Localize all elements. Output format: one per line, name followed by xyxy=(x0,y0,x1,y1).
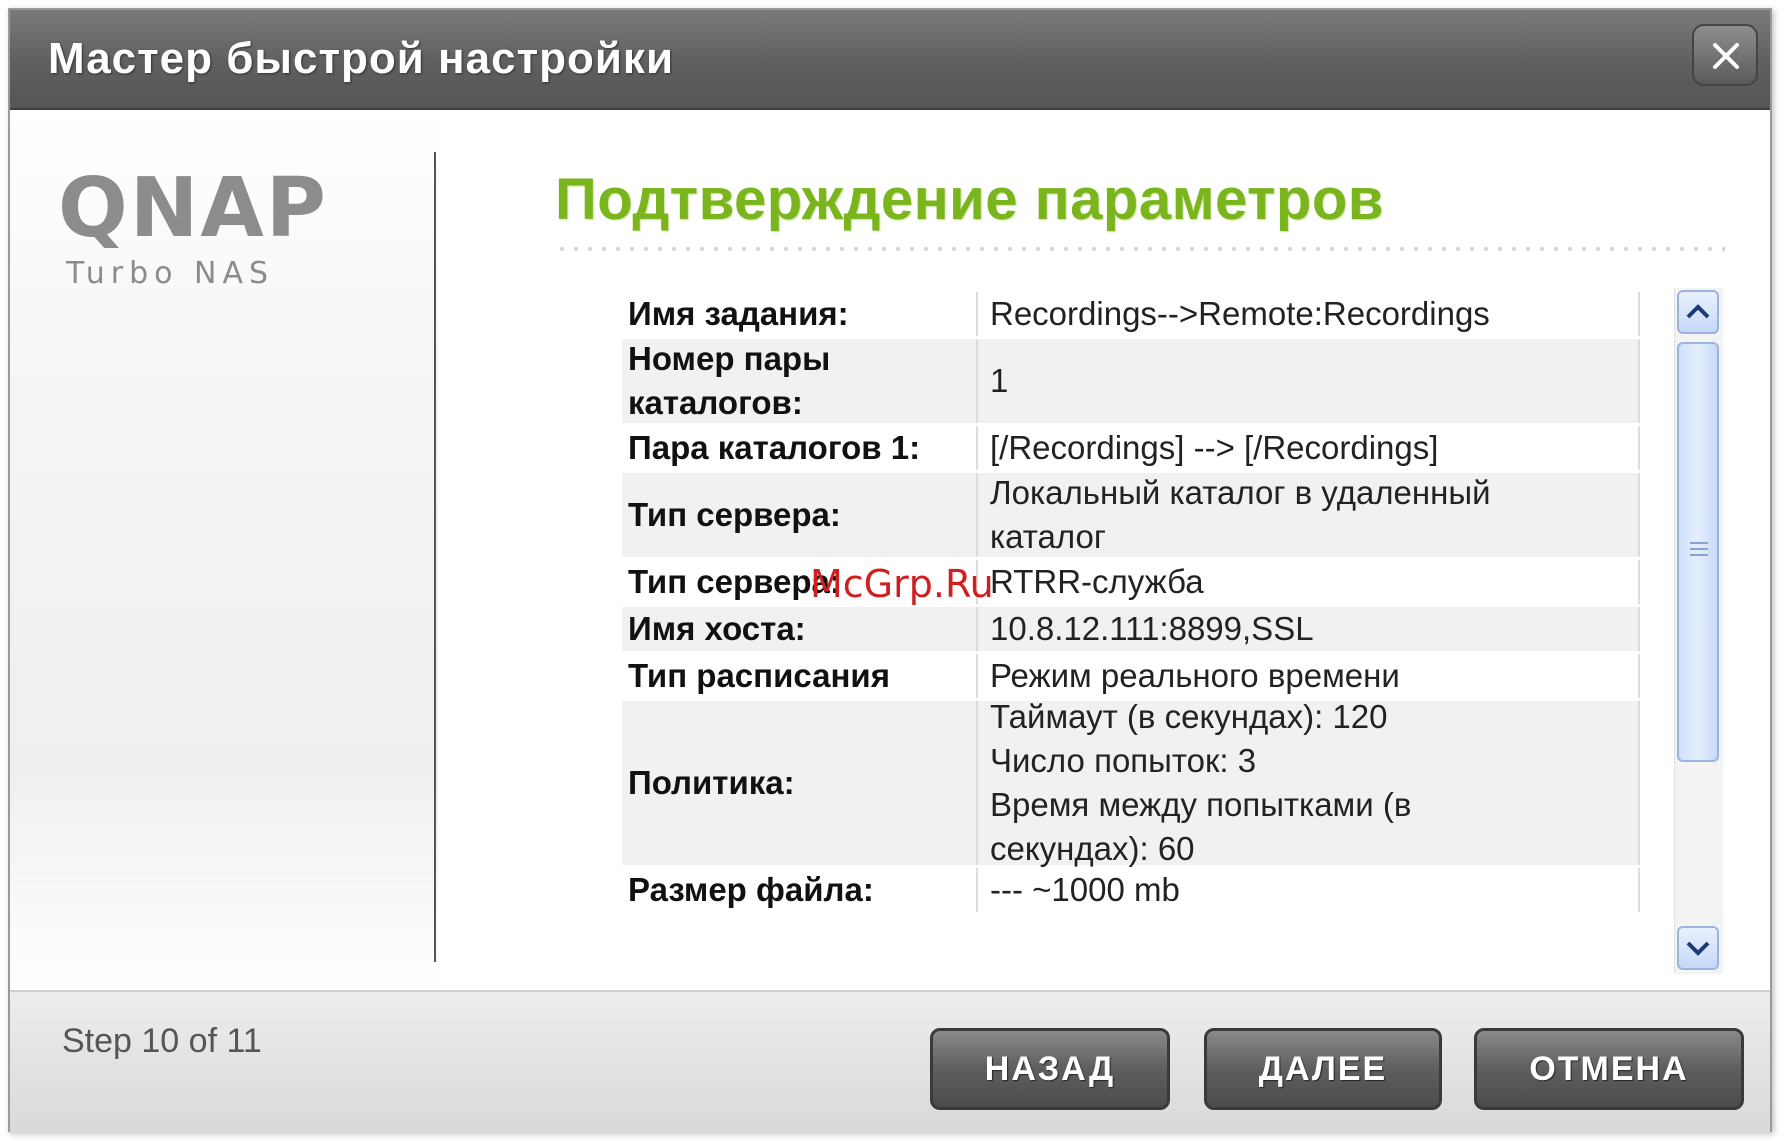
row-value: 1 xyxy=(976,339,1640,423)
scroll-up-button[interactable] xyxy=(1677,290,1719,334)
row-value: Локальный каталог в удаленный каталог xyxy=(976,473,1640,557)
row-value-line: каталог xyxy=(990,518,1106,555)
row-value: Таймаут (в секундах): 120 Число попыток: … xyxy=(976,698,1640,867)
dotted-divider xyxy=(555,246,1725,252)
row-value: --- ~1000 mb xyxy=(976,868,1640,912)
left-pane: QNAP Turbo NAS xyxy=(10,110,438,990)
wizard-dialog: Мастер быстрой настройки QNAP Turbo NAS … xyxy=(8,8,1772,1134)
row-value-line: [/Recordings] --> [/Recordings] xyxy=(990,429,1439,466)
footer: Step 10 of 11 НАЗАД ДАЛЕЕ ОТМЕНА xyxy=(10,990,1770,1134)
row-label: Тип сервера: xyxy=(622,473,976,557)
row-value-line: 1 xyxy=(990,362,1009,399)
row-label: Имя хоста: xyxy=(622,607,976,651)
table-row: Тип расписания Режим реального времени xyxy=(622,654,1640,701)
row-label: Имя задания: xyxy=(628,295,849,332)
table-row: Политика: Таймаут (в секундах): 120 Число … xyxy=(622,698,1640,868)
table-row: Номер пары каталогов: 1 xyxy=(622,339,1640,426)
logo-main: QNAP xyxy=(58,161,328,256)
row-label: Пара каталогов 1: xyxy=(628,429,921,466)
close-button[interactable] xyxy=(1692,24,1758,86)
logo-sub: Turbo NAS xyxy=(66,256,275,291)
scroll-down-button[interactable] xyxy=(1677,926,1719,970)
row-value-line: секундах): 60 xyxy=(990,830,1195,867)
table-row: Размер файла: --- ~1000 mb xyxy=(622,868,1640,915)
chevron-up-icon xyxy=(1686,304,1710,319)
table-row: Имя хоста: 10.8.12.111:8899,SSL xyxy=(622,607,1640,654)
table-row: Пара каталогов 1: [/Recordings] --> [/Rec… xyxy=(622,426,1640,473)
table-row: Тип сервера: RTRR-служба xyxy=(622,560,1640,607)
back-button[interactable]: НАЗАД xyxy=(930,1028,1170,1110)
close-icon xyxy=(1713,43,1739,69)
scrollbar[interactable] xyxy=(1674,288,1723,974)
row-value: 10.8.12.111:8899,SSL xyxy=(976,607,1640,651)
row-value-line: Режим реального времени xyxy=(990,657,1400,694)
table-row: Тип сервера: Локальный каталог в удаленны… xyxy=(622,473,1640,560)
row-label: Номер пары каталогов: xyxy=(622,339,976,423)
vertical-divider xyxy=(434,152,436,962)
row-value: Режим реального времени xyxy=(976,654,1640,698)
row-label: Политика: xyxy=(622,701,976,865)
window-title: Мастер быстрой настройки xyxy=(48,34,674,83)
next-button[interactable]: ДАЛЕЕ xyxy=(1204,1028,1442,1110)
row-value: [/Recordings] --> [/Recordings] xyxy=(976,426,1640,470)
cancel-button[interactable]: ОТМЕНА xyxy=(1474,1028,1744,1110)
row-value-line: RTRR-служба xyxy=(990,563,1204,600)
summary-table: Имя задания: Recordings-->Remote:Recordin… xyxy=(622,292,1640,964)
qnap-logo: QNAP Turbo NAS xyxy=(58,161,328,292)
page-title: Подтверждение параметров xyxy=(555,167,1384,232)
scroll-thumb[interactable] xyxy=(1677,342,1719,762)
row-label: Размер файла: xyxy=(628,871,874,908)
table-row: Имя задания: Recordings-->Remote:Recordin… xyxy=(622,292,1640,339)
row-value-line: Локальный каталог в удаленный xyxy=(990,474,1491,511)
row-label: Тип расписания xyxy=(628,657,890,694)
watermark: McGrp.Ru xyxy=(810,562,994,606)
step-indicator: Step 10 of 11 xyxy=(62,1022,262,1060)
row-value-line: Время между попытками (в xyxy=(990,786,1412,823)
row-value-line: --- ~1000 mb xyxy=(990,871,1180,908)
grip-icon xyxy=(1690,542,1708,560)
row-value: Recordings-->Remote:Recordings xyxy=(976,292,1640,336)
row-value-line: Число попыток: 3 xyxy=(990,742,1257,779)
row-value-line: Recordings-->Remote:Recordings xyxy=(990,295,1490,332)
row-value: RTRR-служба xyxy=(976,560,1640,604)
row-value-line: 10.8.12.111:8899,SSL xyxy=(990,610,1314,647)
title-bar: Мастер быстрой настройки xyxy=(10,10,1770,110)
chevron-down-icon xyxy=(1686,941,1710,956)
row-value-line: Таймаут (в секундах): 120 xyxy=(990,698,1388,735)
